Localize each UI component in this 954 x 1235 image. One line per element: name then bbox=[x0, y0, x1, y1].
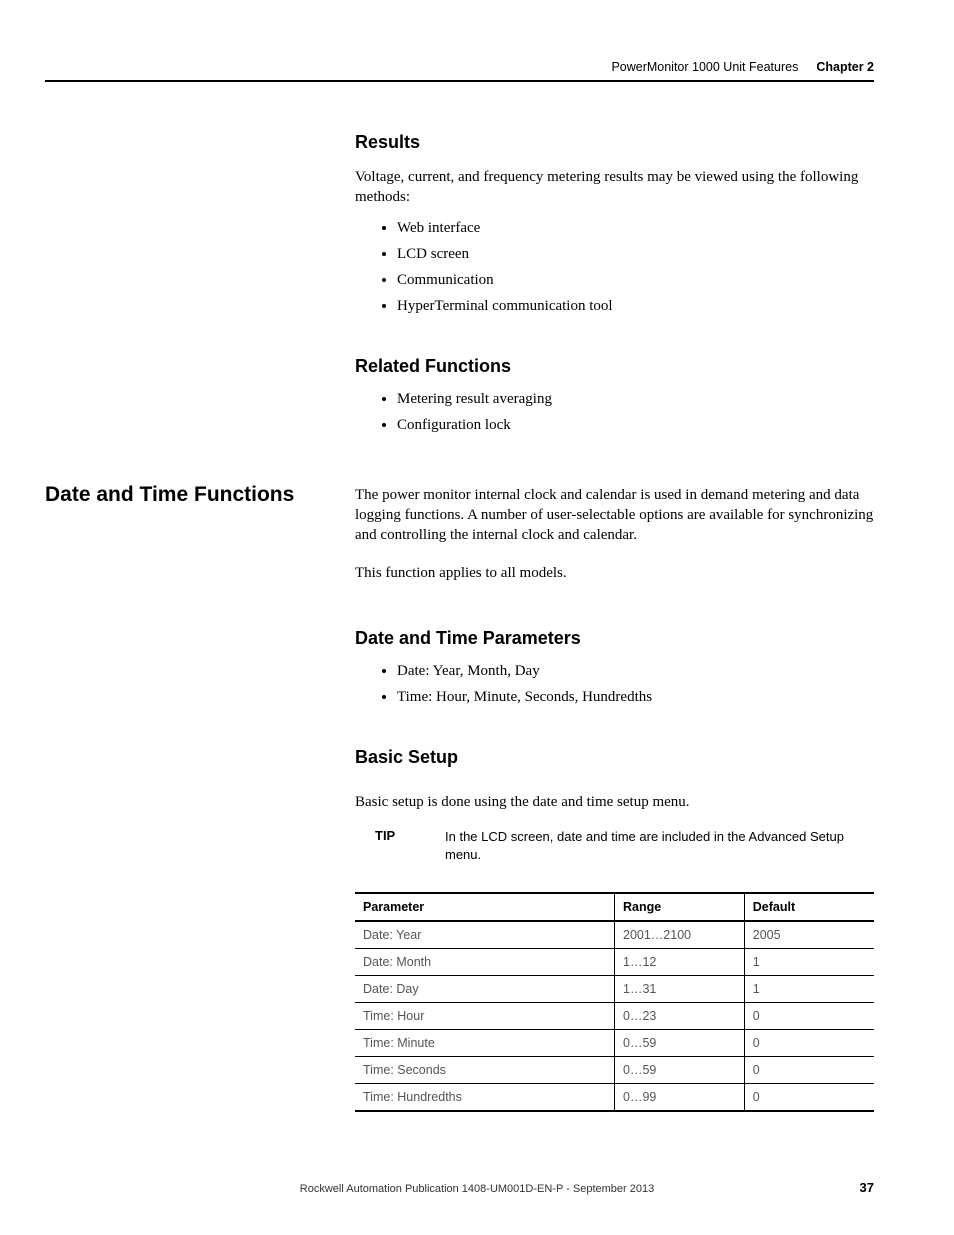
dtparams-list: Date: Year, Month, Day Time: Hour, Minut… bbox=[355, 659, 874, 709]
list-item: Web interface bbox=[397, 216, 874, 240]
header-chapter: Chapter 2 bbox=[816, 60, 874, 74]
table-cell: 1 bbox=[744, 949, 874, 976]
basic-heading: Basic Setup bbox=[355, 747, 874, 768]
datetime-para1: The power monitor internal clock and cal… bbox=[355, 485, 874, 546]
results-heading: Results bbox=[355, 132, 874, 153]
table-cell: 0 bbox=[744, 1030, 874, 1057]
sidebar-heading-datetime: Date and Time Functions bbox=[45, 483, 294, 507]
table-header-default: Default bbox=[744, 893, 874, 921]
list-item: Time: Hour, Minute, Seconds, Hundredths bbox=[397, 685, 874, 709]
table-cell: 1…31 bbox=[615, 976, 745, 1003]
tip-block: TIP In the LCD screen, date and time are… bbox=[375, 828, 874, 864]
table-header-parameter: Parameter bbox=[355, 893, 615, 921]
table-header-range: Range bbox=[615, 893, 745, 921]
dtparams-heading: Date and Time Parameters bbox=[355, 628, 874, 649]
parameters-table: Parameter Range Default Date: Year2001…2… bbox=[355, 892, 874, 1112]
list-item: Communication bbox=[397, 268, 874, 292]
table-row: Date: Month1…121 bbox=[355, 949, 874, 976]
header-title: PowerMonitor 1000 Unit Features bbox=[611, 60, 798, 74]
table-cell: Date: Year bbox=[355, 921, 615, 949]
table-cell: 0 bbox=[744, 1084, 874, 1112]
table-cell: 0…59 bbox=[615, 1057, 745, 1084]
tip-label: TIP bbox=[375, 828, 445, 864]
results-intro: Voltage, current, and frequency metering… bbox=[355, 167, 874, 208]
list-item: LCD screen bbox=[397, 242, 874, 266]
results-list: Web interface LCD screen Communication H… bbox=[355, 216, 874, 318]
list-item: HyperTerminal communication tool bbox=[397, 294, 874, 318]
table-cell: 2005 bbox=[744, 921, 874, 949]
datetime-para2: This function applies to all models. bbox=[355, 563, 874, 583]
page-header: PowerMonitor 1000 Unit Features Chapter … bbox=[45, 60, 874, 82]
list-item: Configuration lock bbox=[397, 413, 874, 437]
list-item: Date: Year, Month, Day bbox=[397, 659, 874, 683]
footer-publication: Rockwell Automation Publication 1408-UM0… bbox=[0, 1183, 954, 1195]
table-row: Time: Minute0…590 bbox=[355, 1030, 874, 1057]
table-cell: Time: Hour bbox=[355, 1003, 615, 1030]
table-cell: Time: Seconds bbox=[355, 1057, 615, 1084]
table-cell: 0…99 bbox=[615, 1084, 745, 1112]
table-cell: 1 bbox=[744, 976, 874, 1003]
table-cell: 0 bbox=[744, 1003, 874, 1030]
tip-text: In the LCD screen, date and time are inc… bbox=[445, 828, 874, 864]
table-cell: Date: Day bbox=[355, 976, 615, 1003]
table-cell: Time: Minute bbox=[355, 1030, 615, 1057]
table-row: Time: Seconds0…590 bbox=[355, 1057, 874, 1084]
list-item: Metering result averaging bbox=[397, 387, 874, 411]
table-row: Time: Hundredths0…990 bbox=[355, 1084, 874, 1112]
table-cell: 0 bbox=[744, 1057, 874, 1084]
related-list: Metering result averaging Configuration … bbox=[355, 387, 874, 437]
table-row: Time: Hour0…230 bbox=[355, 1003, 874, 1030]
related-heading: Related Functions bbox=[355, 356, 874, 377]
table-cell: Time: Hundredths bbox=[355, 1084, 615, 1112]
table-row: Date: Year2001…21002005 bbox=[355, 921, 874, 949]
table-cell: 0…59 bbox=[615, 1030, 745, 1057]
table-cell: 2001…2100 bbox=[615, 921, 745, 949]
table-cell: Date: Month bbox=[355, 949, 615, 976]
table-row: Date: Day1…311 bbox=[355, 976, 874, 1003]
table-cell: 0…23 bbox=[615, 1003, 745, 1030]
table-cell: 1…12 bbox=[615, 949, 745, 976]
basic-intro: Basic setup is done using the date and t… bbox=[355, 792, 874, 812]
page-number: 37 bbox=[860, 1180, 874, 1195]
